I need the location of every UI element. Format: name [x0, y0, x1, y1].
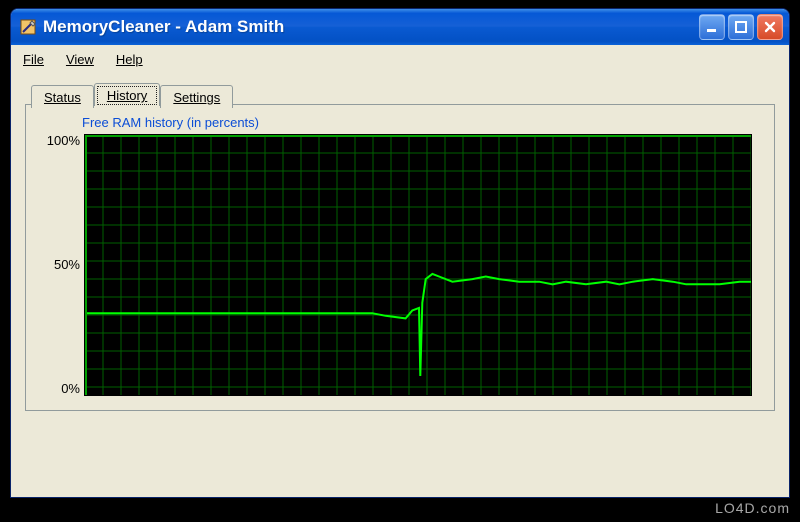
chart-svg [85, 135, 752, 396]
y-axis-labels: 100% 50% 0% [40, 134, 84, 396]
menu-help[interactable]: Help [116, 52, 143, 67]
chart-area [84, 134, 752, 396]
minimize-icon [706, 21, 718, 33]
menu-file[interactable]: File [23, 52, 44, 67]
chart-title: Free RAM history (in percents) [82, 115, 760, 130]
ylabel-100: 100% [47, 134, 80, 148]
watermark: LO4D.com [715, 500, 790, 516]
tab-bar: Status History Settings [31, 79, 775, 105]
tab-panel-history: Free RAM history (in percents) 100% 50% … [25, 104, 775, 411]
window-controls [699, 14, 783, 40]
chart: 100% 50% 0% [40, 134, 760, 396]
tab-history[interactable]: History [94, 83, 160, 106]
tab-settings[interactable]: Settings [160, 85, 233, 108]
ylabel-0: 0% [61, 382, 80, 396]
minimize-button[interactable] [699, 14, 725, 40]
ylabel-50: 50% [54, 258, 80, 272]
close-icon [764, 21, 776, 33]
app-window: MemoryCleaner - Adam Smith File View Hel… [10, 8, 790, 498]
maximize-icon [735, 21, 747, 33]
tab-status[interactable]: Status [31, 85, 94, 108]
menu-view[interactable]: View [66, 52, 94, 67]
maximize-button[interactable] [728, 14, 754, 40]
title-bar: MemoryCleaner - Adam Smith [11, 9, 789, 45]
app-icon [19, 18, 37, 36]
menubar: File View Help [11, 45, 789, 73]
close-button[interactable] [757, 14, 783, 40]
window-title: MemoryCleaner - Adam Smith [43, 17, 699, 37]
client-area: Status History Settings Free RAM history… [11, 73, 789, 427]
